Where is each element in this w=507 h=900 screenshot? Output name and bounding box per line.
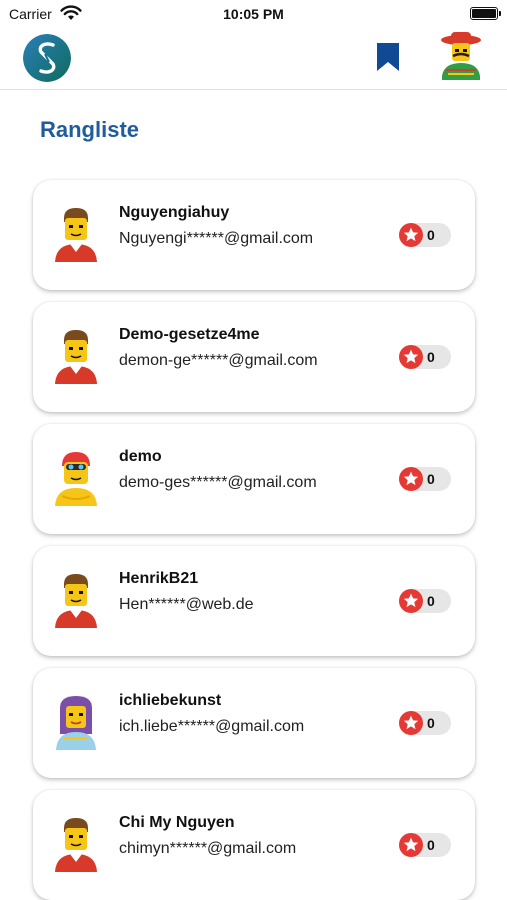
- score-badge: 0: [399, 467, 451, 491]
- user-email: chimyn******@gmail.com: [119, 840, 297, 857]
- leaderboard-card[interactable]: demo demo-ges******@gmail.com 0: [33, 424, 475, 534]
- leaderboard-card[interactable]: Nguyengiahuy Nguyengi******@gmail.com 0: [33, 180, 475, 290]
- user-name: Nguyengiahuy: [119, 204, 230, 221]
- user-avatar-icon: [55, 452, 97, 506]
- battery-icon: [470, 7, 501, 20]
- star-icon: [399, 711, 423, 735]
- star-icon: [399, 345, 423, 369]
- user-name: Demo-gesetze4me: [119, 326, 260, 343]
- page-title: Rangliste: [40, 117, 140, 142]
- score-badge: 0: [399, 711, 451, 735]
- leaderboard-list: Nguyengiahuy Nguyengi******@gmail.com 0 …: [33, 180, 475, 900]
- leaderboard-card[interactable]: ichliebekunst ich.liebe******@gmail.com …: [33, 668, 475, 778]
- clock: 10:05 PM: [223, 6, 284, 22]
- star-icon: [399, 467, 423, 491]
- user-avatar-icon: [55, 208, 97, 262]
- status-bar: Carrier 10:05 PM: [0, 0, 507, 28]
- leaderboard-card[interactable]: Chi My Nguyen chimyn******@gmail.com 0: [33, 790, 475, 900]
- star-icon: [399, 833, 423, 857]
- star-icon: [399, 223, 423, 247]
- score-value: 0: [427, 593, 435, 609]
- score-value: 0: [427, 349, 435, 365]
- user-avatar-icon: [55, 818, 97, 872]
- user-email: Hen******@web.de: [119, 596, 254, 613]
- score-value: 0: [427, 227, 435, 243]
- score-badge: 0: [399, 345, 451, 369]
- user-avatar-icon: [55, 574, 97, 628]
- star-icon: [399, 589, 423, 613]
- score-badge: 0: [399, 589, 451, 613]
- user-name: HenrikB21: [119, 570, 199, 587]
- bookmark-icon[interactable]: [376, 42, 400, 72]
- user-name: ichliebekunst: [119, 692, 222, 709]
- score-value: 0: [427, 471, 435, 487]
- user-email: Nguyengi******@gmail.com: [119, 230, 314, 247]
- user-email: demon-ge******@gmail.com: [119, 352, 318, 369]
- user-avatar-icon: [55, 330, 97, 384]
- user-email: ich.liebe******@gmail.com: [119, 718, 305, 735]
- user-avatar-icon: [56, 696, 96, 750]
- leaderboard-card[interactable]: Demo-gesetze4me demon-ge******@gmail.com…: [33, 302, 475, 412]
- app-header: [0, 28, 507, 90]
- leaderboard-card[interactable]: HenrikB21 Hen******@web.de 0: [33, 546, 475, 656]
- score-value: 0: [427, 837, 435, 853]
- user-name: Chi My Nguyen: [119, 814, 235, 831]
- score-badge: 0: [399, 223, 451, 247]
- logo-icon[interactable]: [23, 34, 71, 82]
- profile-avatar[interactable]: [436, 30, 486, 84]
- user-name: demo: [119, 448, 162, 465]
- user-email: demo-ges******@gmail.com: [119, 474, 317, 491]
- score-value: 0: [427, 715, 435, 731]
- score-badge: 0: [399, 833, 451, 857]
